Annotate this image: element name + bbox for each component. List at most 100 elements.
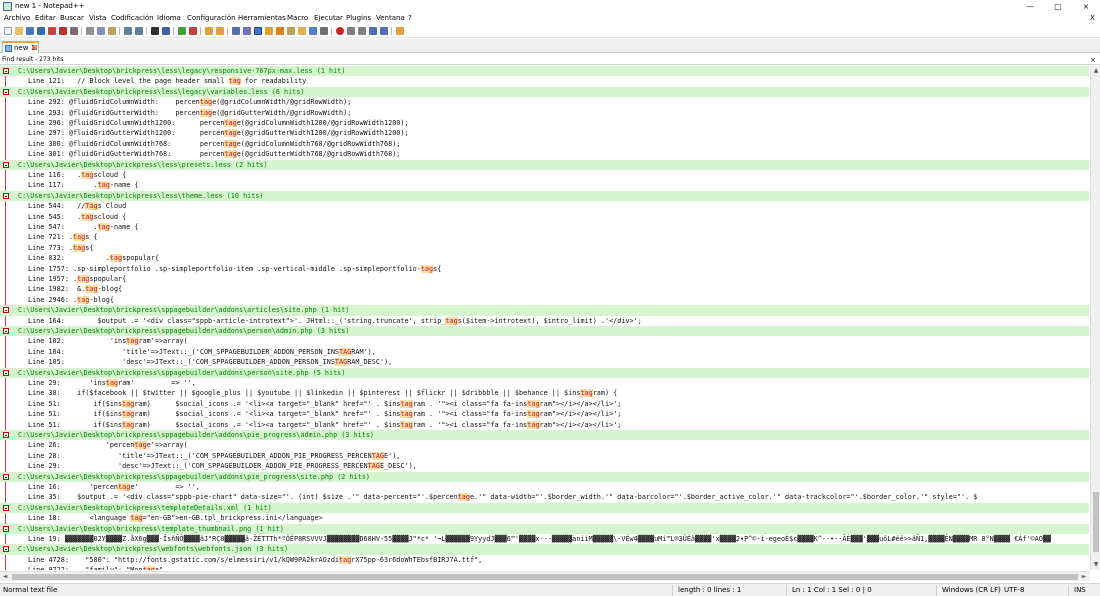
result-line-row[interactable]: Line 51: if($instagram) $social_icons .=… [0,398,1089,410]
monitoring-icon[interactable] [320,27,328,35]
result-line-row[interactable]: Line 773: .tags{ [0,242,1089,254]
play-macro-icon[interactable] [358,27,366,35]
run-macro-multiple-icon[interactable] [369,27,377,35]
result-file-row[interactable]: C:\Users\Javier\Desktop\brickpress\templ… [0,502,1089,514]
result-line-row[interactable]: Line 9722: "family": "Montaga", [0,565,1089,570]
result-line-row[interactable]: Line 292: @fluidGridColumnWidth: percent… [0,97,1089,108]
vertical-scroll-thumb[interactable] [1093,492,1099,552]
scroll-up-icon[interactable]: ▲ [1092,67,1100,75]
word-wrap-icon[interactable] [232,27,240,35]
result-file-row[interactable]: C:\Users\Javier\Desktop\brickpress\templ… [0,523,1089,534]
menu-vista[interactable]: Vista [89,14,106,23]
menu-editar[interactable]: Editar [35,14,56,23]
scroll-left-icon[interactable]: ◄ [1,573,9,581]
show-all-chars-icon[interactable] [243,27,251,35]
new-file-icon[interactable] [4,27,12,35]
fold-toggle-icon[interactable] [3,369,9,376]
result-file-row[interactable]: C:\Users\Javier\Desktop\brickpress\sppag… [0,326,1089,337]
result-file-row[interactable]: C:\Users\Javier\Desktop\brickpress\sppag… [0,471,1089,482]
stop-macro-icon[interactable] [347,27,355,35]
result-line-row[interactable]: Line 721: .tags { [0,232,1089,243]
result-line-row[interactable]: Line 296: @fluidGridColumnWidth1200: per… [0,118,1089,129]
result-line-row[interactable]: Line 38: if($facebook || $twitter || $go… [0,388,1089,399]
save-icon[interactable] [26,27,34,35]
result-line-row[interactable]: Line 51: if($instagram) $social_icons .=… [0,409,1089,420]
minimize-button[interactable]: — [1022,1,1038,12]
close-file-icon[interactable] [48,27,56,35]
doc-switcher-icon[interactable] [309,27,317,35]
menu-plugins[interactable]: Plugins [346,14,371,23]
result-line-row[interactable]: Line 544: //Tags Cloud [0,201,1089,212]
result-file-row[interactable]: C:\Users\Javier\Desktop\brickpress\less\… [0,86,1089,98]
fold-toggle-icon[interactable] [3,307,9,314]
result-line-row[interactable]: Line 28: 'title'=>JText::_('COM_SPPAGEBU… [0,450,1089,462]
zoom-out-icon[interactable] [189,27,197,35]
fold-toggle-icon[interactable] [3,504,9,511]
result-file-row[interactable]: C:\Users\Javier\Desktop\brickpress\less\… [0,66,1089,77]
result-file-row[interactable]: C:\Users\Javier\Desktop\brickpress\sppag… [0,430,1089,441]
close-document-button[interactable]: X [1090,14,1095,23]
menu-archivo[interactable]: Archivo [4,14,30,23]
fold-toggle-icon[interactable] [3,432,9,438]
tab-close-icon[interactable]: ⊠ [32,44,38,52]
save-macro-icon[interactable] [380,27,388,35]
result-line-row[interactable]: Line 164: $output .= '<div class="sppb-a… [0,315,1089,326]
find-results-panel[interactable]: C:\Users\Javier\Desktop\brickpress\less\… [0,66,1089,570]
print-icon[interactable] [70,27,78,35]
find-result-close-button[interactable]: × [1090,56,1096,64]
result-file-row[interactable]: C:\Users\Javier\Desktop\brickpress\less\… [0,190,1089,202]
menu-help[interactable]: ? [408,14,412,23]
result-line-row[interactable]: Line 545: .tagscloud { [0,211,1089,222]
vertical-scrollbar[interactable]: ▲ ▼ [1090,66,1100,570]
result-line-row[interactable]: Line 102: 'instagram'=>array( [0,336,1089,347]
menu-macro[interactable]: Macro [287,14,308,23]
fold-toggle-icon[interactable] [3,328,9,334]
close-all-icon[interactable] [59,27,67,35]
result-line-row[interactable]: Line 1957: .tagspopular{ [0,274,1089,285]
fold-toggle-icon[interactable] [3,68,9,74]
redo-icon[interactable] [135,27,143,35]
result-line-row[interactable]: Line 293: @fluidGridGutterWidth: percent… [0,107,1089,118]
undo-icon[interactable] [124,27,132,35]
result-line-row[interactable]: Line 18: <language tag="en-GB">en-GB.tpl… [0,513,1089,524]
paste-icon[interactable] [108,27,116,35]
menu-configuracion[interactable]: Configuración [187,14,236,23]
result-line-row[interactable]: Line 19: ▓▓▓▓▓▓▓02Y▓▓▓▓Z.åX6g▓▓▓-ÎsñÑÔ▓▓… [0,534,1089,545]
result-line-row[interactable]: Line 16: 'percentage' => '', [0,482,1089,493]
close-button[interactable]: × [1078,1,1094,12]
sync-vertical-icon[interactable] [205,27,213,35]
result-line-row[interactable]: Line 104: 'title'=>JText::_('COM_SPPAGEB… [0,346,1089,358]
fold-toggle-icon[interactable] [3,473,9,480]
tab-new-1[interactable]: new 1 ⊠ [2,41,39,53]
menu-ejecutar[interactable]: Ejecutar [314,14,343,23]
result-line-row[interactable]: Line 2946: .tag-blog{ [0,294,1089,306]
cut-icon[interactable] [86,27,94,35]
fold-toggle-icon[interactable] [3,88,9,95]
result-file-row[interactable]: C:\Users\Javier\Desktop\brickpress\sppag… [0,367,1089,378]
result-line-row[interactable]: Line 300: @fluidGridColumnWidth768: perc… [0,138,1089,150]
replace-icon[interactable] [162,27,170,35]
open-file-icon[interactable] [15,27,23,35]
save-all-icon[interactable] [37,27,45,35]
fold-toggle-icon[interactable] [3,161,9,168]
find-icon[interactable] [151,27,159,35]
indent-guide-icon[interactable] [254,27,262,35]
menu-codificacion[interactable]: Codificación [111,14,154,23]
maximize-button[interactable]: □ [1050,1,1066,12]
result-file-row[interactable]: C:\Users\Javier\Desktop\brickpress\sppag… [0,305,1089,316]
result-file-row[interactable]: C:\Users\Javier\Desktop\brickpress\less\… [0,159,1089,170]
copy-icon[interactable] [97,27,105,35]
plugin-icon[interactable] [396,27,404,35]
result-line-row[interactable]: Line 29: 'desc'=>JText::_('COM_SPPAGEBUI… [0,461,1089,472]
horizontal-scroll-thumb[interactable] [12,574,1078,580]
scroll-down-icon[interactable]: ▼ [1092,561,1100,569]
fold-toggle-icon[interactable] [3,525,9,532]
menu-buscar[interactable]: Buscar [60,14,84,23]
result-line-row[interactable]: Line 547: .tag-name { [0,222,1089,233]
scroll-right-icon[interactable]: ► [1080,573,1088,581]
horizontal-scrollbar[interactable]: ◄ ► [0,571,1090,581]
result-line-row[interactable]: Line 1982: &.tag-blog{ [0,284,1089,295]
user-lang-icon[interactable] [265,27,273,35]
sync-horizontal-icon[interactable] [216,27,224,35]
doc-map-icon[interactable] [276,27,284,35]
